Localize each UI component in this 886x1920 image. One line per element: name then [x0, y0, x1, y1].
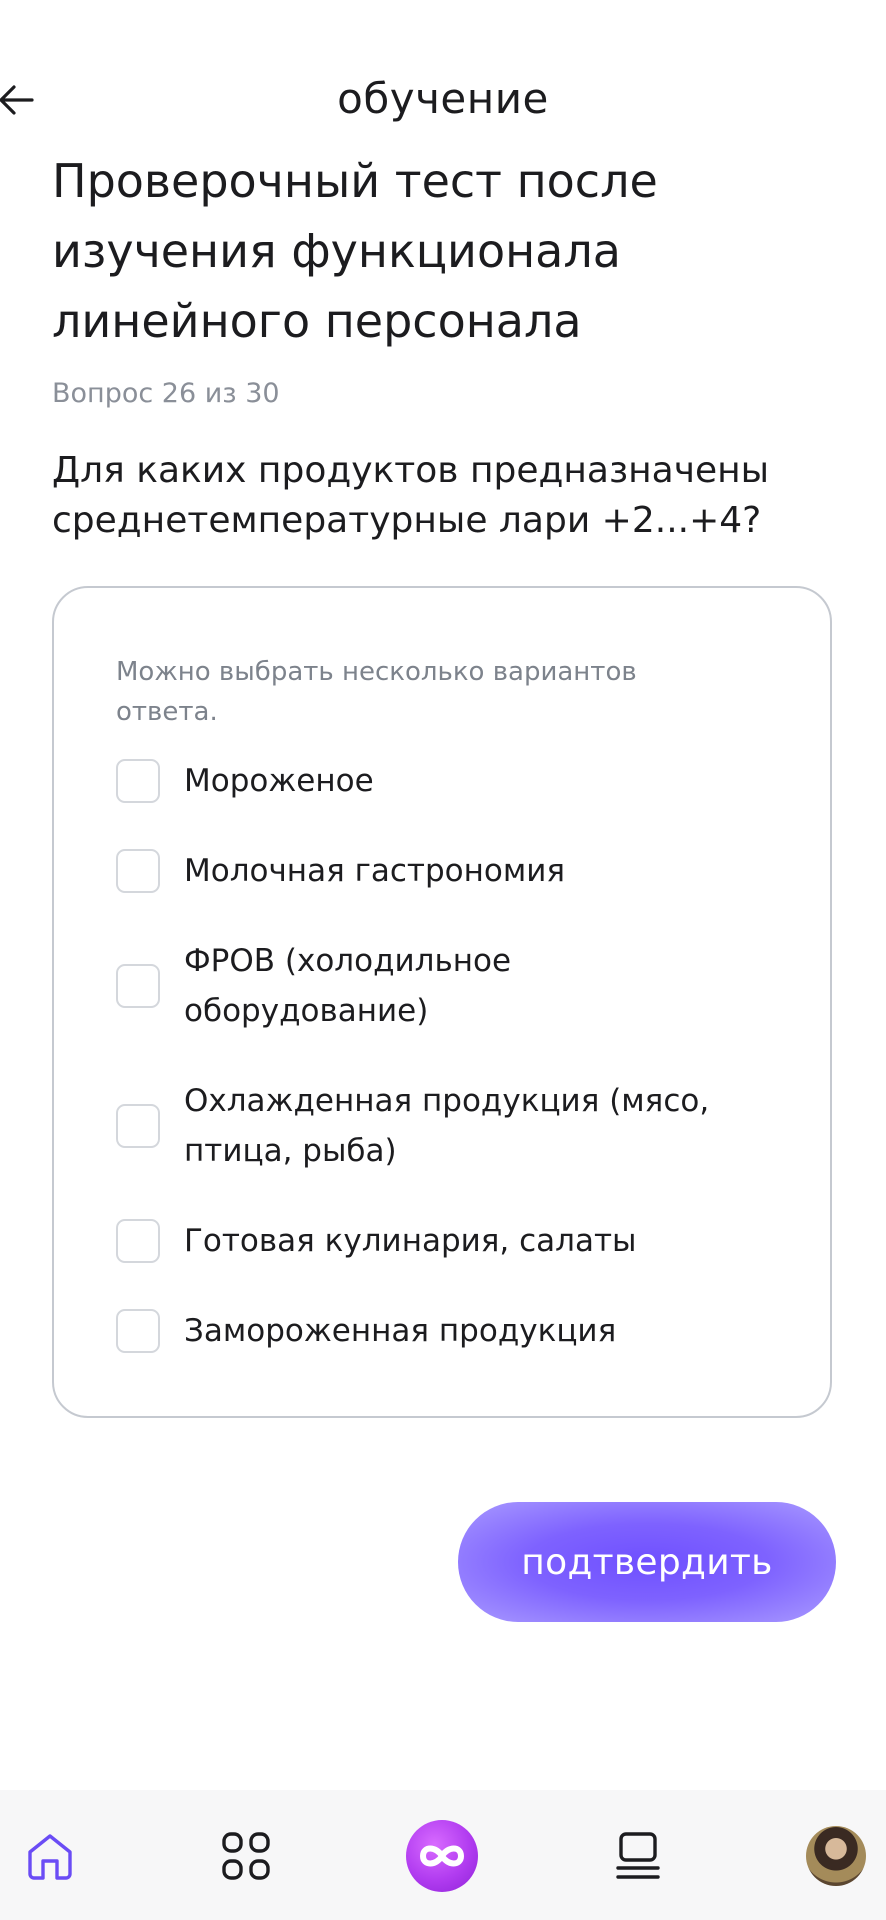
checkbox[interactable] — [116, 759, 160, 803]
answer-option[interactable]: ФРОВ (холодильное оборудование) — [116, 936, 796, 1036]
courses-icon — [616, 1832, 660, 1879]
grid-icon — [222, 1832, 270, 1880]
question-counter: Вопрос 26 из 30 — [52, 378, 280, 409]
answer-option-label: Охлажденная продукция (мясо, птица, рыба… — [184, 1083, 710, 1169]
test-title: Проверочный тест после изучения функцион… — [52, 154, 658, 348]
answer-option[interactable]: Молочная гастрономия — [116, 846, 796, 896]
header-bar: обучение — [0, 66, 886, 138]
confirm-button[interactable]: подтвердить — [458, 1502, 836, 1622]
checkbox[interactable] — [116, 1104, 160, 1148]
infinity-icon — [420, 1845, 464, 1867]
answer-option-label: Мороженое — [184, 763, 374, 799]
header-title: обучение — [337, 74, 549, 123]
checkbox[interactable] — [116, 849, 160, 893]
answer-option[interactable]: Мороженое — [116, 756, 796, 806]
multiple-choice-hint: Можно выбрать несколько вариантов ответа… — [116, 657, 637, 727]
answer-option-label: Молочная гастрономия — [184, 853, 566, 889]
answer-option-label: Замороженная продукция — [184, 1313, 617, 1349]
home-icon — [28, 1834, 72, 1880]
nav-catalog[interactable] — [210, 1820, 282, 1892]
answer-option-label: Готовая кулинария, салаты — [184, 1223, 637, 1259]
avatar[interactable] — [806, 1826, 866, 1886]
nav-home[interactable] — [14, 1820, 86, 1892]
checkbox[interactable] — [116, 964, 160, 1008]
answer-option-label: ФРОВ (холодильное оборудование) — [184, 943, 512, 1029]
nav-courses[interactable] — [602, 1820, 674, 1892]
nav-center[interactable] — [406, 1820, 478, 1892]
checkbox[interactable] — [116, 1309, 160, 1353]
answer-option[interactable]: Замороженная продукция — [116, 1306, 796, 1356]
bottom-nav — [0, 1790, 886, 1920]
nav-profile[interactable] — [800, 1820, 872, 1892]
checkbox[interactable] — [116, 1219, 160, 1263]
answer-option[interactable]: Готовая кулинария, салаты — [116, 1216, 796, 1266]
answer-option[interactable]: Охлажденная продукция (мясо, птица, рыба… — [116, 1076, 796, 1176]
infinity-button[interactable] — [406, 1820, 478, 1892]
question-text: Для каких продуктов предназначены средне… — [52, 450, 770, 541]
answer-card: Можно выбрать несколько вариантов ответа… — [52, 586, 832, 1418]
